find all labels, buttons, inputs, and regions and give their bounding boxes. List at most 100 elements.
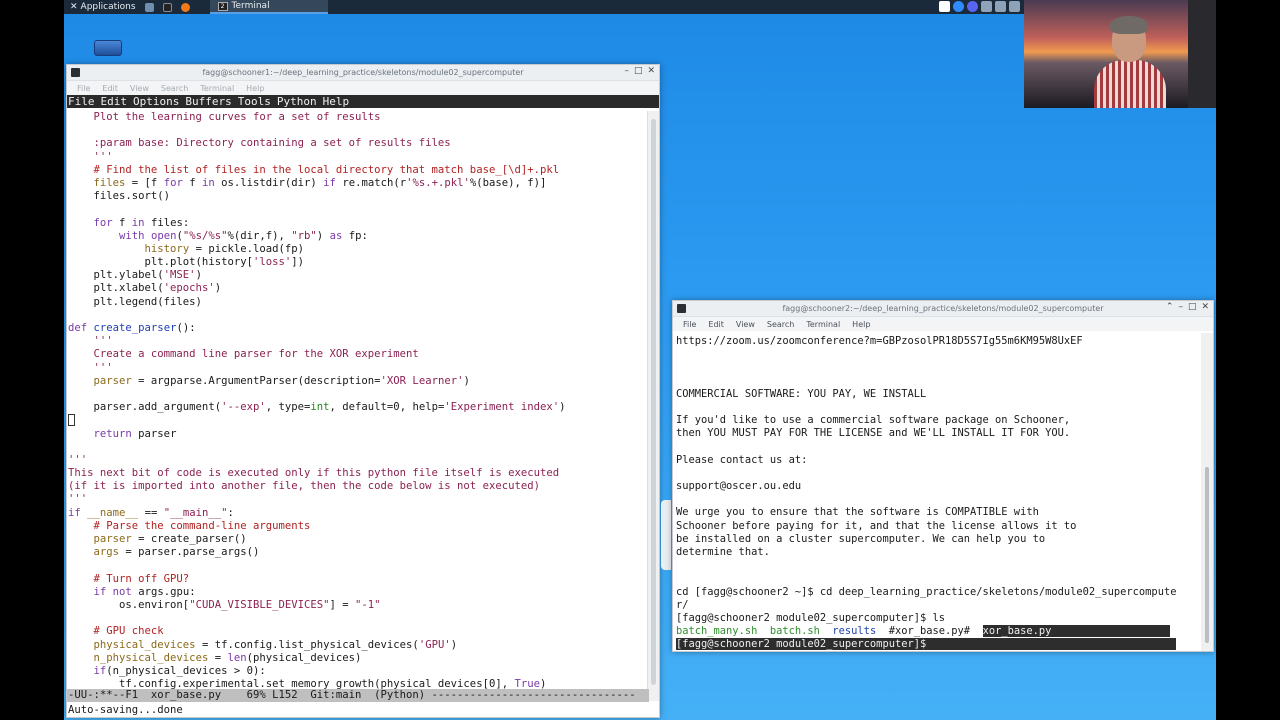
terminal-maximize-icon[interactable]: □ [1188,302,1197,312]
webcam-overlay [1024,0,1216,108]
emacs-menu-help[interactable]: Help [323,95,350,108]
emacs-menu-tools[interactable]: Tools [238,95,271,108]
terminal-scrollbar[interactable] [1201,333,1213,651]
terminal-line: be installed on a cluster supercomputer.… [676,532,1046,545]
code-line: ''' [68,453,88,466]
bluetooth-icon[interactable] [995,1,1006,12]
terminal-output[interactable]: https://zoom.us/zoomconference?m=GBPzoso… [673,333,1203,651]
emacs-scrollbar[interactable] [647,111,659,701]
code-line: if __name__ == "__main__": [68,506,234,519]
screen-border-left [0,0,64,720]
close-icon[interactable]: ✕ [647,66,655,76]
emacs-gtk-menubar: File Edit View Search Terminal Help [67,81,659,95]
code-line: if(n_physical_devices > 0): [93,664,266,677]
ls-item-results: results [832,625,877,638]
maximize-icon[interactable]: □ [634,66,643,76]
minimize-icon[interactable]: – [624,66,629,76]
terminal-window: fagg@schooner2:~/deep_learning_practice/… [672,300,1214,652]
terminal-line: r/ [676,598,689,611]
terminal-titlebar[interactable]: fagg@schooner2:~/deep_learning_practice/… [673,301,1213,317]
emacs-modeline: -UU-:**--F1 xor_base.py 69% L152 Git:mai… [67,689,649,702]
emacs-menu-file[interactable]: File [68,95,95,108]
terminal-menu-search[interactable]: Search [767,320,794,329]
code-line: return parser [93,427,177,440]
ls-item-batch-many: batch_many.sh [676,625,758,638]
terminal-minimize-icon[interactable]: – [1178,302,1183,312]
qr-icon[interactable] [939,1,950,12]
menu-edit[interactable]: Edit [102,84,118,93]
emacs-window: fagg@schooner1:~/deep_learning_practice/… [66,64,660,718]
firefox-icon[interactable] [180,2,190,12]
emacs-titlebar[interactable]: fagg@schooner1:~/deep_learning_practice/… [67,65,659,81]
code-line: plt.legend(files) [68,295,202,308]
emacs-menu-edit[interactable]: Edit [101,95,128,108]
terminal-line: If you'd like to use a commercial softwa… [676,414,1071,427]
emacs-menu-buffers[interactable]: Buffers [185,95,231,108]
code-line: (if it is imported into another file, th… [68,480,540,493]
terminal-line: support@oscer.ou.edu [676,480,802,493]
menu-search[interactable]: Search [161,84,188,93]
code-line: n_physical_devices = len(physical_device… [93,651,362,664]
emacs-window-title: fagg@schooner1:~/deep_learning_practice/… [202,68,524,77]
webcam-person [1094,16,1166,108]
terminal-menu-edit[interactable]: Edit [708,320,724,329]
code-line: for f in files: [93,216,190,229]
terminal-close-icon[interactable]: ✕ [1201,302,1209,312]
taskbar-terminal[interactable]: 2 Terminal [209,0,328,14]
drive-icon[interactable] [94,36,122,58]
emacs-menu-options[interactable]: Options [133,95,179,108]
network-icon[interactable] [981,1,992,12]
code-line: parser = argparse.ArgumentParser(descrip… [93,374,470,387]
show-desktop-icon[interactable] [144,2,154,12]
terminal-line: then YOU MUST PAY FOR THE LICENSE and WE… [676,427,1071,440]
menu-help[interactable]: Help [246,84,264,93]
menu-terminal[interactable]: Terminal [200,84,234,93]
code-line: ''' [68,493,88,506]
code-line: physical_devices = tf.config.list_physic… [93,638,458,651]
code-line: # GPU check [68,625,164,638]
terminal-line: determine that. [676,546,770,558]
emacs-menu-python[interactable]: Python [277,95,317,108]
terminal-launcher-icon[interactable] [162,2,172,12]
code-line: with open("%s/%s"%(dir,f), "rb") as fp: [119,229,368,242]
terminal-line: Please contact us at: [676,453,808,466]
emacs-minibuffer[interactable]: Auto-saving...done [67,703,657,717]
text-cursor [68,414,75,427]
code-line: files = [f for f in os.listdir(dir) if r… [93,176,547,189]
terminal-menu-help[interactable]: Help [852,320,870,329]
code-line: args = parser.parse_args() [93,546,260,559]
zoom-icon[interactable] [953,1,964,12]
applications-menu[interactable]: ✕ Applications [64,0,196,14]
terminal-collapse-icon[interactable]: ⌃ [1166,302,1174,312]
task-label: Terminal [231,1,270,11]
terminal-prompt-line: [fagg@schooner2 module02_supercomputer]$ [676,638,1203,651]
menu-view[interactable]: View [130,84,149,93]
code-line: ''' [68,150,113,163]
emacs-menubar: File Edit Options Buffers Tools Python H… [67,95,659,108]
ls-item-autosave: #xor_base.py# [888,625,971,638]
discord-icon[interactable] [967,1,978,12]
terminal-menu-terminal[interactable]: Terminal [806,320,840,329]
menu-file[interactable]: File [77,84,90,93]
terminal-menu-file[interactable]: File [683,320,696,329]
ls-item-batch: batch.sh [769,625,820,638]
terminal-menubar: File Edit View Search Terminal Help [673,317,1213,331]
code-editor[interactable]: Plot the learning curves for a set of re… [67,111,649,720]
terminal-menu-view[interactable]: View [736,320,755,329]
code-line: plt.ylabel('MSE') [68,269,202,282]
code-line: plt.plot(history['loss']) [68,256,305,269]
terminal-line: COMMERCIAL SOFTWARE: YOU PAY, WE INSTALL [676,387,927,400]
volume-icon[interactable] [1009,1,1020,12]
